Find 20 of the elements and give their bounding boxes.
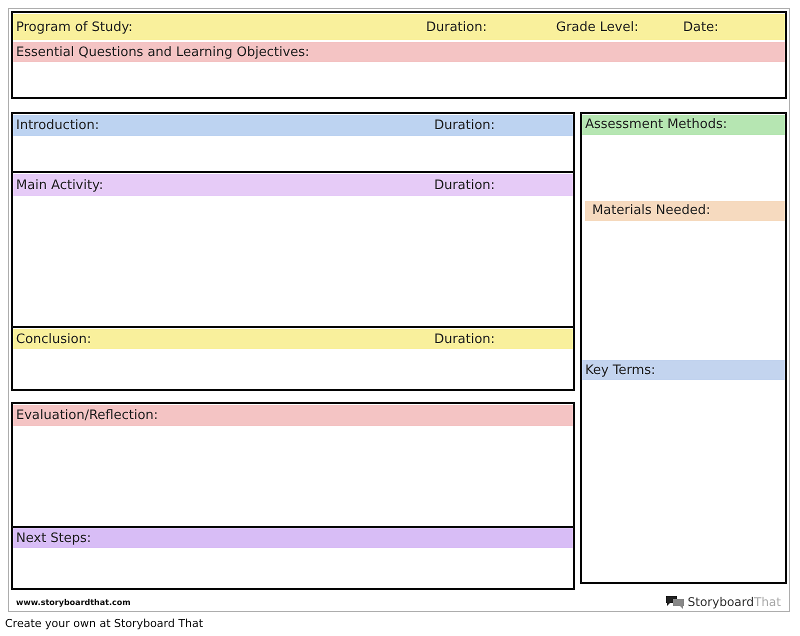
speech-bubbles-icon [664,595,685,609]
section-title: Key Terms: [585,362,656,378]
duration-label: Duration: [434,178,496,192]
field-label: Duration: [426,20,488,34]
logo-text: StoryboardThat [688,595,781,609]
section-title: Conclusion: [16,332,92,346]
section-title: Main Activity: [16,178,104,192]
section-title: Evaluation/Reflection: [16,408,158,423]
caption[interactable]: Create your own at Storyboard That [5,617,800,630]
duration-label: Duration: [434,118,496,133]
field-label: Program of Study: [16,20,134,34]
section-title: Essential Questions and Learning Objectives: [16,44,310,60]
field-label: Grade Level: [556,20,640,34]
website-url[interactable]: www.storyboardthat.com [16,598,131,606]
section-title: Materials Needed: [592,203,710,218]
field-label: Date: [683,20,720,34]
section-title: Introduction: [16,118,100,133]
section-title: Next Steps: [16,530,92,546]
duration-label: Duration: [434,332,496,346]
section-title: Assessment Methods: [585,117,728,132]
